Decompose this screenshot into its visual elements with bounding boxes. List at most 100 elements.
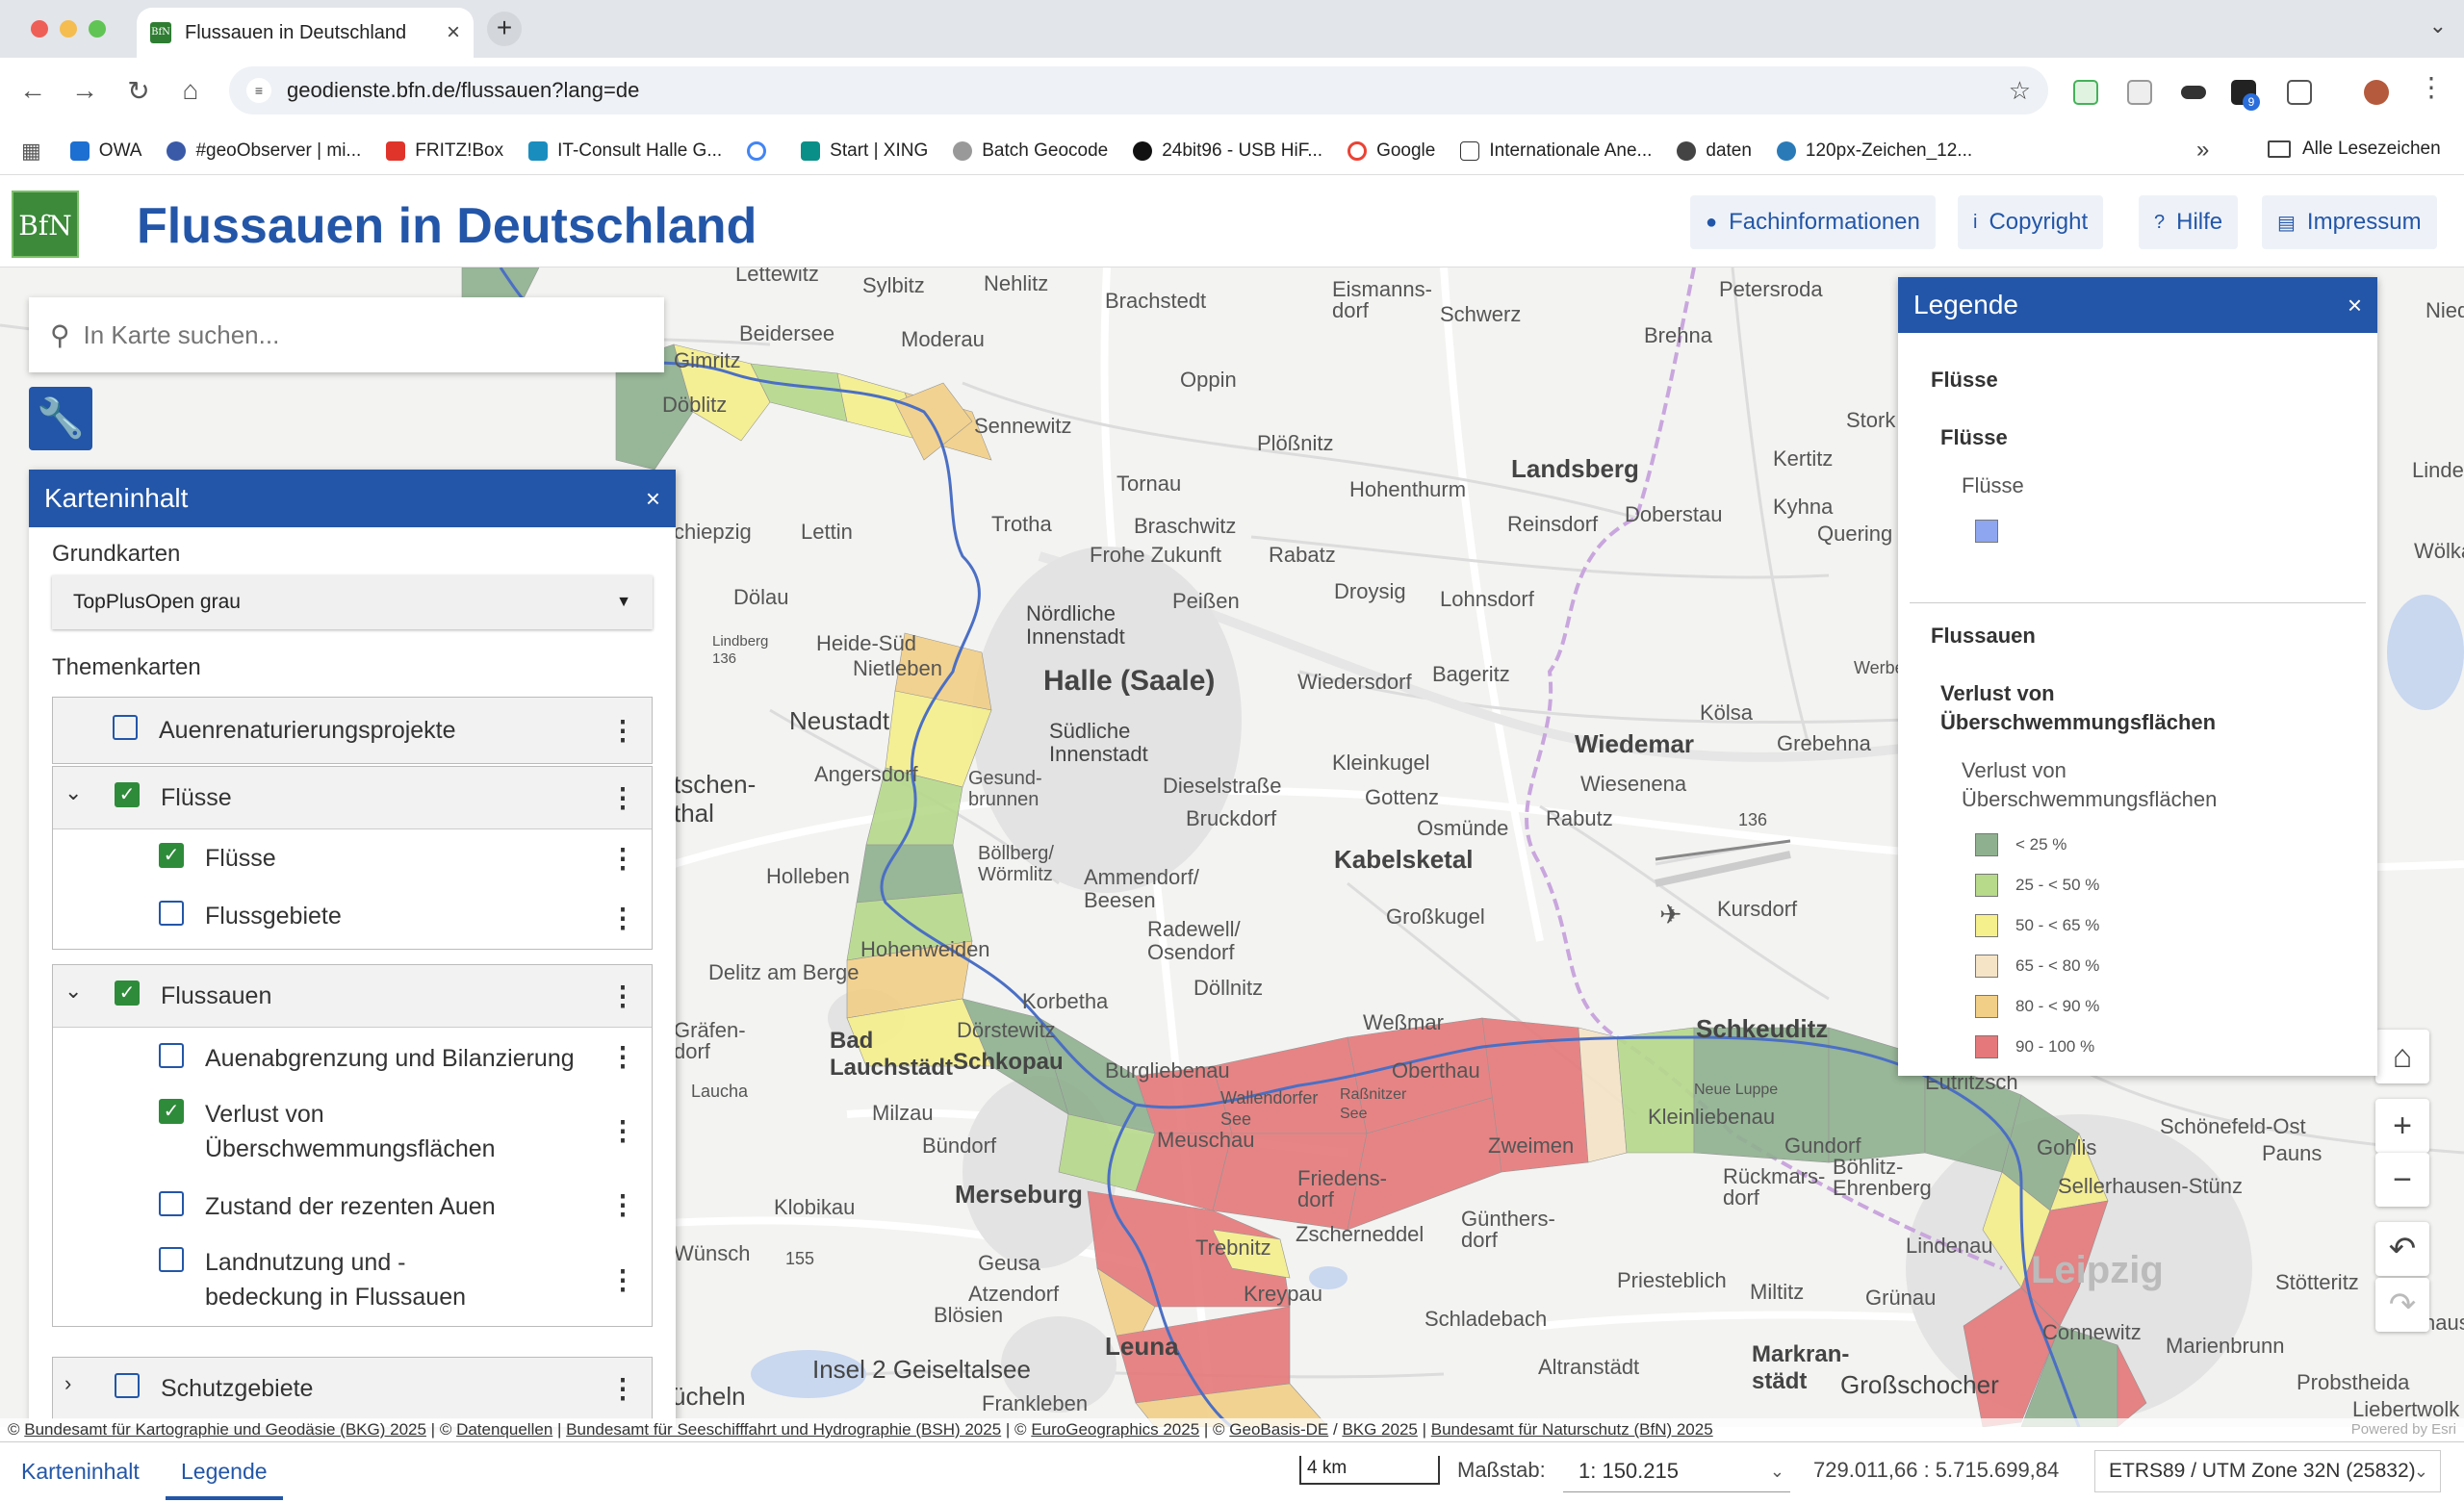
attribution-link-bfn[interactable]: Bundesamt für Naturschutz (BfN) 2025 [1431,1420,1713,1439]
attribution-link-bsh[interactable]: Bundesamt für Seeschifffahrt und Hydrogr… [566,1420,1001,1439]
layer-row-auenabgrenzung[interactable]: Auenabgrenzung und Bilanzierung ⋮ [53,1028,652,1085]
address-bar[interactable]: ≡ geodienste.bfn.de/flussauen?lang=de ☆ [229,66,2048,115]
layer-row-fluesse[interactable]: ✓ Flüsse ⋮ [53,829,652,887]
scale-select[interactable]: 1: 150.215 ⌄ [1563,1450,1790,1492]
extension-badge-icon[interactable]: 9 [2231,80,2260,111]
all-bookmarks-folder[interactable]: Alle Lesezeichen [2268,139,2441,160]
globe-icon [953,140,973,161]
map-search-box[interactable]: ⚲ [29,297,664,372]
copyright-button[interactable]: i Copyright [1958,195,2104,249]
more-options-icon[interactable]: ⋮ [609,1041,636,1073]
layer-checkbox-checked[interactable]: ✓ [159,843,184,868]
bookmark-zeichen[interactable]: 120px-Zeichen_12... [1776,140,1972,162]
home-button[interactable]: ⌂ [173,75,208,106]
tab-search-chevron-icon[interactable]: ⌄ [2429,13,2447,38]
crs-select[interactable]: ETRS89 / UTM Zone 32N (25832) ⌄ [2094,1450,2441,1492]
site-settings-icon[interactable]: ≡ [246,78,271,103]
layer-checkbox[interactable] [159,1191,184,1216]
apps-grid-icon[interactable]: ▦ [21,139,41,164]
forward-button[interactable]: → [67,75,102,106]
bookmark-it-consult[interactable]: IT-Consult Halle G... [528,140,722,162]
more-options-icon[interactable]: ⋮ [609,782,636,814]
bookmark-daten[interactable]: daten [1677,140,1752,162]
layer-row-landnutzung[interactable]: Landnutzung und -bedeckung in Flussauen … [53,1234,652,1326]
more-options-icon[interactable]: ⋮ [609,903,636,934]
impressum-button[interactable]: ▤ Impressum [2262,195,2437,249]
extension-doc-icon[interactable] [2127,80,2152,105]
more-options-icon[interactable]: ⋮ [609,1373,636,1405]
bookmark-fritzbox[interactable]: FRITZ!Box [386,140,503,162]
layer-checkbox[interactable] [159,1247,184,1272]
zoom-out-button[interactable]: − [2375,1153,2429,1207]
layer-checkbox[interactable] [113,715,138,740]
attribution-link-bkg[interactable]: Bundesamt für Kartographie und Geodäsie … [24,1420,426,1439]
more-options-icon[interactable]: ⋮ [609,715,636,747]
attribution-link-bkg2[interactable]: BKG 2025 [1342,1420,1417,1439]
layer-row-flussauen-group[interactable]: ⌄ ✓ Flussauen ⋮ [53,965,652,1028]
basemap-select[interactable]: TopPlusOpen grau ▼ [52,575,653,629]
layer-checkbox[interactable] [115,1373,140,1398]
redo-extent-button[interactable]: ↷ [2375,1278,2429,1332]
maximize-window-dot[interactable] [89,20,106,38]
place-schoenefeld: Schönefeld-Ost [2160,1114,2306,1138]
layer-checkbox-checked[interactable]: ✓ [115,981,140,1006]
tools-wrench-button[interactable]: 🔧 [29,387,92,450]
close-tab-icon[interactable]: × [447,19,460,46]
home-extent-button[interactable]: ⌂ [2375,1030,2429,1083]
back-button[interactable]: ← [15,75,50,106]
extension-glasses-icon[interactable] [2181,86,2206,99]
browser-menu-icon[interactable]: ⋮ [2414,71,2449,103]
bookmark-google[interactable]: Google [1348,140,1435,162]
attribution-link-eurogeographics[interactable]: EuroGeographics 2025 [1031,1420,1199,1439]
minimize-window-dot[interactable] [60,20,77,38]
close-window-dot[interactable] [31,20,48,38]
chevron-right-icon[interactable]: › [64,1371,93,1396]
chevron-down-icon[interactable]: ⌄ [64,780,93,805]
more-options-icon[interactable]: ⋮ [609,1189,636,1221]
more-bookmarks-icon[interactable]: » [2196,137,2209,164]
place-holleben: Holleben [766,864,850,888]
new-tab-button[interactable]: + [487,12,522,46]
extension-leaf-icon[interactable] [2073,80,2098,105]
browser-tab[interactable]: BfN Flussauen in Deutschland × [137,8,474,58]
attribution-link-datenquellen[interactable]: Datenquellen [456,1420,552,1439]
attribution-link-geobasis[interactable]: GeoBasis-DE [1229,1420,1328,1439]
layer-row-schutzgebiete[interactable]: › Schutzgebiete ⋮ [53,1358,652,1419]
bfn-logo[interactable]: BfN [12,191,79,258]
bookmark-24bit96[interactable]: 24bit96 - USB HiF... [1133,140,1322,162]
bookmark-batch-geocode[interactable]: Batch Geocode [953,140,1108,162]
layer-checkbox[interactable] [159,901,184,926]
chevron-down-icon[interactable]: ⌄ [64,979,93,1004]
bookmark-geoobserver[interactable]: #geoObserver | mi... [167,140,361,162]
search-input[interactable] [83,319,623,350]
layer-row-zustand[interactable]: Zustand der rezenten Auen ⋮ [53,1176,652,1234]
reload-button[interactable]: ↻ [121,75,156,107]
extensions-puzzle-icon[interactable] [2287,80,2312,105]
fachinformationen-button[interactable]: ● Fachinformationen [1690,195,1936,249]
bookmark-owa[interactable]: OWA [69,140,141,162]
more-options-icon[interactable]: ⋮ [609,1264,636,1296]
more-options-icon[interactable]: ⋮ [609,1115,636,1147]
wikipedia-icon [1460,140,1480,161]
bookmark-google-g[interactable] [747,140,776,161]
layer-row-auenrenaturierung[interactable]: Auenrenaturierungsprojekte ⋮ [53,698,652,763]
footer-tab-legende[interactable]: Legende [166,1442,283,1500]
hilfe-button[interactable]: ? Hilfe [2139,195,2239,249]
layer-row-verlust[interactable]: ✓ Verlust von Überschwemmungsflächen ⋮ [53,1085,652,1176]
undo-extent-button[interactable]: ↶ [2375,1222,2429,1276]
layer-row-fluesse-group[interactable]: ⌄ ✓ Flüsse ⋮ [53,767,652,829]
profile-avatar[interactable] [2364,80,2389,105]
close-icon[interactable]: × [646,484,660,514]
bookmark-wikipedia[interactable]: Internationale Ane... [1460,140,1652,162]
layer-checkbox-checked[interactable]: ✓ [115,782,140,807]
layer-checkbox[interactable] [159,1043,184,1068]
layer-checkbox-checked[interactable]: ✓ [159,1099,184,1124]
zoom-in-button[interactable]: + [2375,1099,2429,1153]
bookmark-xing[interactable]: Start | XING [801,140,928,162]
bookmark-star-icon[interactable]: ☆ [2009,76,2031,106]
footer-tab-karteninhalt[interactable]: Karteninhalt [21,1442,140,1500]
layer-row-flussgebiete[interactable]: Flussgebiete ⋮ [53,887,652,949]
more-options-icon[interactable]: ⋮ [609,843,636,875]
close-icon[interactable]: × [2348,291,2362,320]
more-options-icon[interactable]: ⋮ [609,981,636,1012]
